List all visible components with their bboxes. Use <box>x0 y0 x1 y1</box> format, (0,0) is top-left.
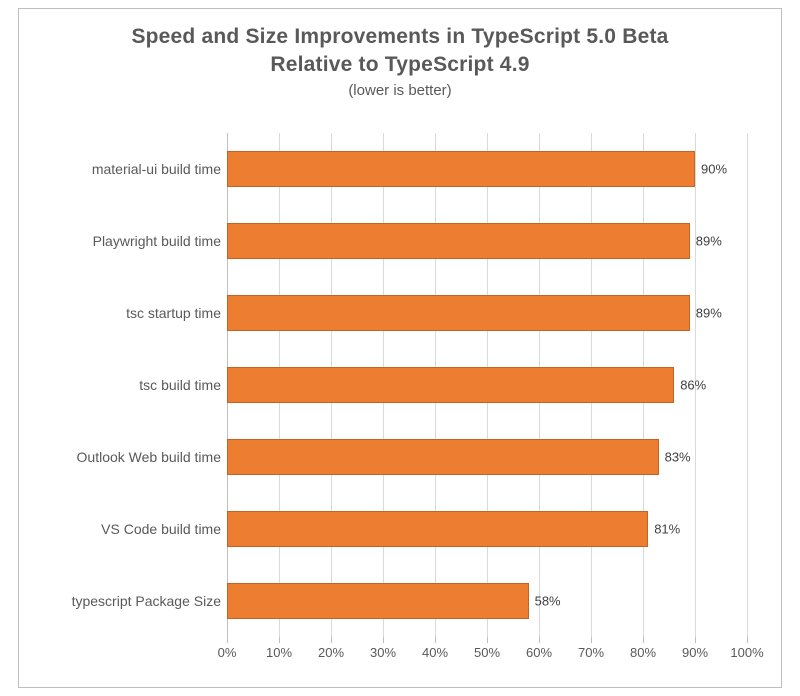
chart-title-area: Speed and Size Improvements in TypeScrip… <box>19 9 781 99</box>
x-axis-tick-label: 10% <box>266 645 292 660</box>
x-axis-tick-label: 30% <box>370 645 396 660</box>
chart-title-line2: Relative to TypeScript 4.9 <box>19 51 781 79</box>
x-axis-tick-label: 90% <box>682 645 708 660</box>
category-label: Playwright build time <box>93 233 221 249</box>
bar <box>227 295 690 331</box>
bar <box>227 511 648 547</box>
x-axis-tick <box>331 637 332 643</box>
bar-value-label: 81% <box>654 522 680 537</box>
x-axis-tick-label: 40% <box>422 645 448 660</box>
x-axis-tick <box>695 637 696 643</box>
chart-container: Speed and Size Improvements in TypeScrip… <box>18 8 782 688</box>
plot-area: 0%10%20%30%40%50%60%70%80%90%100%90%89%8… <box>227 133 747 637</box>
x-axis-tick-label: 50% <box>474 645 500 660</box>
bar-value-label: 83% <box>665 450 691 465</box>
bar <box>227 367 674 403</box>
chart-title-line1: Speed and Size Improvements in TypeScrip… <box>19 23 781 51</box>
bar-value-label: 58% <box>535 594 561 609</box>
category-label: Outlook Web build time <box>77 449 221 465</box>
x-axis-tick <box>591 637 592 643</box>
x-axis-tick-label: 100% <box>730 645 763 660</box>
x-axis-tick <box>435 637 436 643</box>
category-label: VS Code build time <box>101 521 221 537</box>
bar <box>227 583 529 619</box>
gridline <box>747 133 748 637</box>
x-axis-tick-label: 70% <box>578 645 604 660</box>
x-axis-tick-label: 80% <box>630 645 656 660</box>
x-axis-tick-label: 60% <box>526 645 552 660</box>
bar-value-label: 90% <box>701 162 727 177</box>
category-label: tsc startup time <box>126 305 221 321</box>
x-axis-tick <box>227 637 228 643</box>
chart-subtitle: (lower is better) <box>19 82 781 99</box>
x-axis-tick <box>539 637 540 643</box>
category-label: typescript Package Size <box>72 593 221 609</box>
bar <box>227 151 695 187</box>
bar <box>227 223 690 259</box>
x-axis-tick-label: 20% <box>318 645 344 660</box>
category-label: tsc build time <box>139 377 221 393</box>
bar-value-label: 89% <box>696 234 722 249</box>
x-axis-tick <box>383 637 384 643</box>
category-label: material-ui build time <box>92 161 221 177</box>
x-axis-tick <box>279 637 280 643</box>
x-axis-tick <box>747 637 748 643</box>
x-axis-tick-label: 0% <box>218 645 237 660</box>
bar-value-label: 89% <box>696 306 722 321</box>
bar <box>227 439 659 475</box>
x-axis-tick <box>643 637 644 643</box>
bar-value-label: 86% <box>680 378 706 393</box>
x-axis-tick <box>487 637 488 643</box>
